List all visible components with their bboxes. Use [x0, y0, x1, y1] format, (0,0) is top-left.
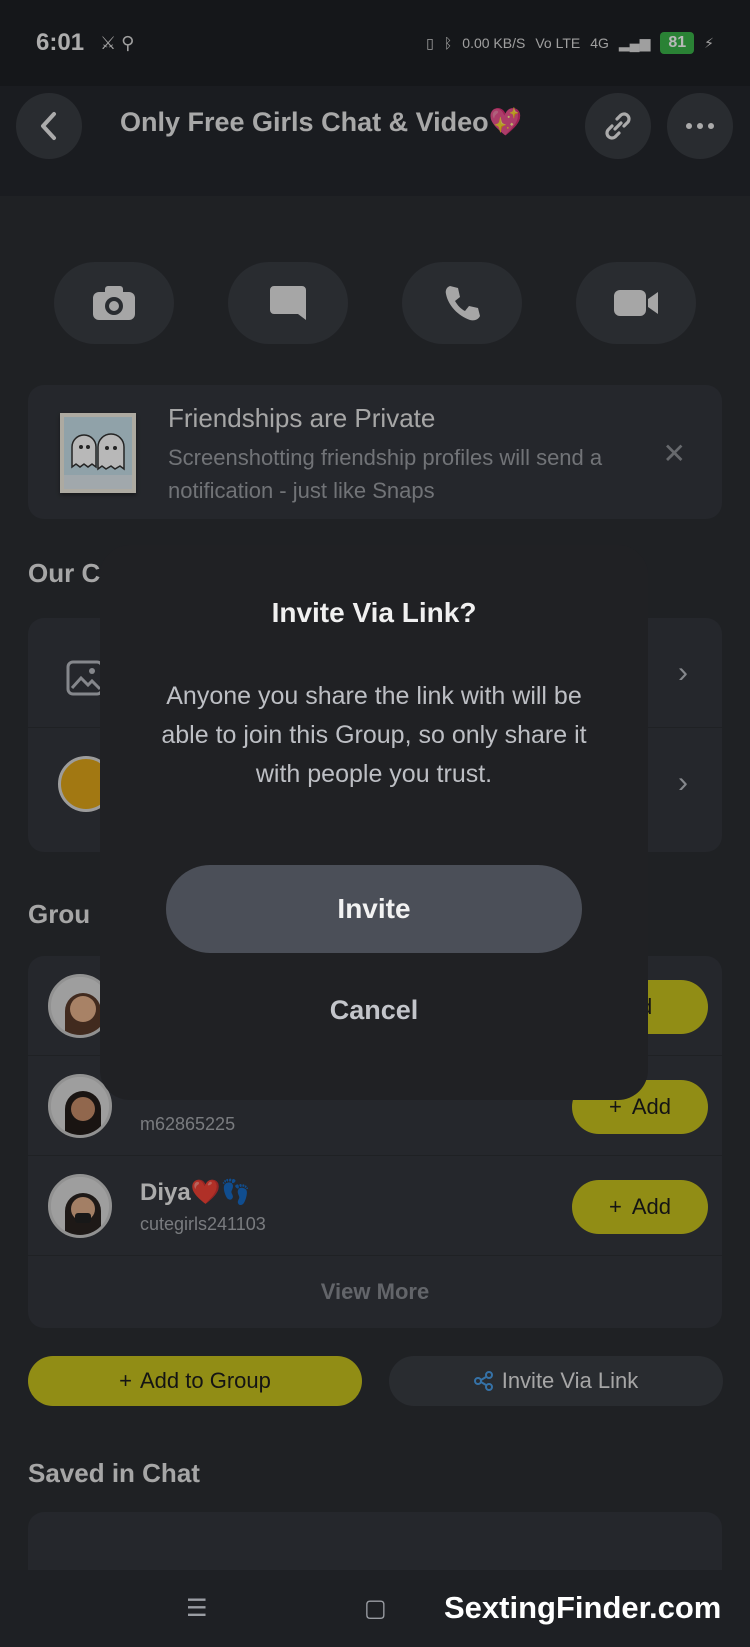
cancel-button[interactable]: Cancel	[100, 995, 648, 1026]
menu-icon[interactable]: ☰	[186, 1594, 208, 1623]
dialog-body: Anyone you share the link with will be a…	[161, 682, 587, 788]
watermark: SextingFinder.com	[444, 1590, 722, 1625]
dialog-title: Invite Via Link?	[271, 597, 477, 628]
invite-dialog: Invite Via Link? Anyone you share the li…	[100, 545, 648, 1100]
home-square-icon[interactable]: ▢	[364, 1594, 387, 1623]
invite-button[interactable]: Invite	[166, 865, 582, 953]
